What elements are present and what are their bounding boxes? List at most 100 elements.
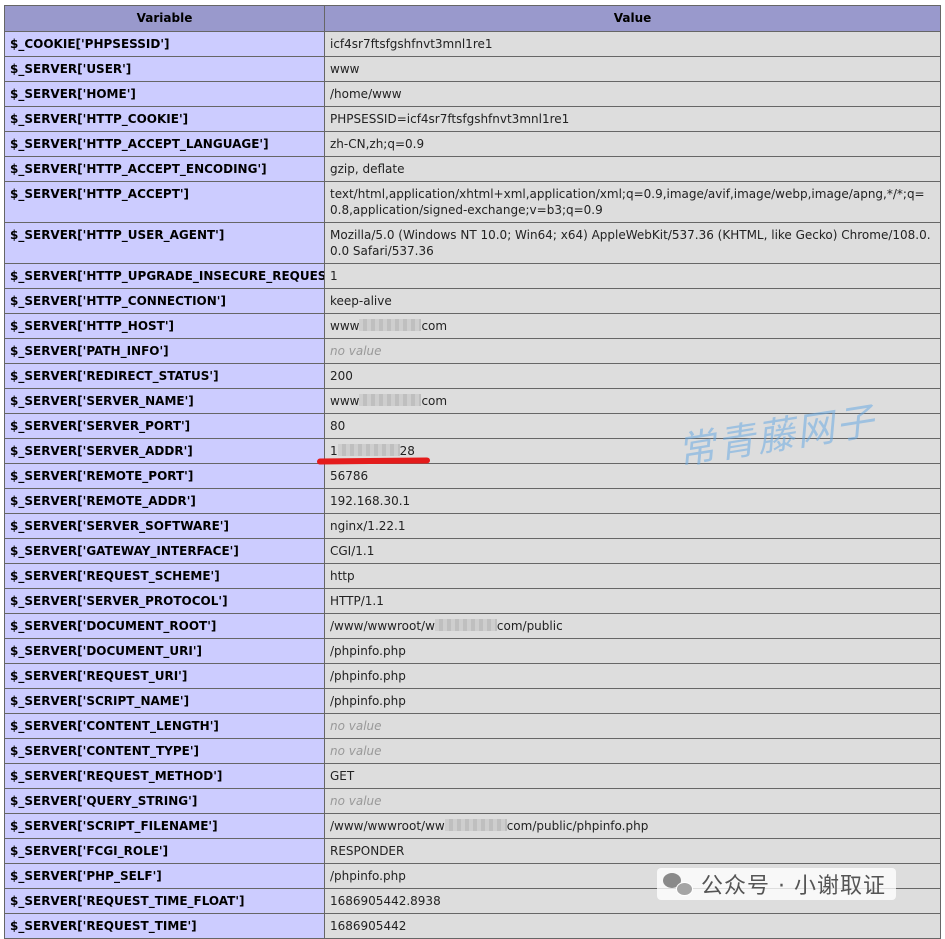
table-row: $_SERVER['REQUEST_TIME_FLOAT'] 1686905442… bbox=[4, 888, 941, 914]
value-cell: /phpinfo.php bbox=[324, 863, 941, 889]
table-row: $_SERVER['PATH_INFO'] no value bbox=[4, 338, 941, 364]
value-cell: 1686905442.8938 bbox=[324, 888, 941, 914]
value-cell: /phpinfo.php bbox=[324, 688, 941, 714]
table-row: $_SERVER['REQUEST_URI']/phpinfo.php bbox=[4, 663, 941, 689]
value-cell: /phpinfo.php bbox=[324, 638, 941, 664]
variable-cell: $_SERVER['REMOTE_PORT'] bbox=[4, 463, 325, 489]
value-cell: 56786 bbox=[324, 463, 941, 489]
table-row: $_SERVER['HTTP_ACCEPT'] text/html,applica… bbox=[4, 181, 941, 223]
variable-cell: $_SERVER['HTTP_CONNECTION'] bbox=[4, 288, 325, 314]
value-text-prefix: /www/wwwroot/w bbox=[330, 619, 435, 633]
value-cell: 80 bbox=[324, 413, 941, 439]
value-cell: Mozilla/5.0 (Windows NT 10.0; Win64; x64… bbox=[324, 222, 941, 264]
value-cell: gzip, deflate bbox=[324, 156, 941, 182]
variable-cell: $_SERVER['SERVER_PROTOCOL'] bbox=[4, 588, 325, 614]
value-cell: http bbox=[324, 563, 941, 589]
table-row: $_SERVER['PHP_SELF']/phpinfo.php bbox=[4, 863, 941, 889]
table-row: $_SERVER['SERVER_PORT'] 80 bbox=[4, 413, 941, 439]
variable-cell: $_SERVER['CONTENT_LENGTH'] bbox=[4, 713, 325, 739]
table-row: $_SERVER['REQUEST_SCHEME'] http bbox=[4, 563, 941, 589]
table-body: $_COOKIE['PHPSESSID'] icf4sr7ftsfgshfnvt3… bbox=[4, 31, 941, 939]
table-row: $_SERVER['GATEWAY_INTERFACE'] CGI/1.1 bbox=[4, 538, 941, 564]
variable-cell: $_SERVER['REQUEST_METHOD'] bbox=[4, 763, 325, 789]
table-row: $_SERVER['REMOTE_ADDR'] 192.168.30.1 bbox=[4, 488, 941, 514]
value-cell: nginx/1.22.1 bbox=[324, 513, 941, 539]
variable-cell: $_SERVER['SCRIPT_FILENAME'] bbox=[4, 813, 325, 839]
variable-cell: $_SERVER['HTTP_UPGRADE_INSECURE_REQUESTS… bbox=[4, 263, 325, 289]
table-row: $_SERVER['HTTP_ACCEPT_LANGUAGE'] zh-CN,zh… bbox=[4, 131, 941, 157]
value-cell: www com bbox=[324, 313, 941, 339]
variable-cell: $_SERVER['CONTENT_TYPE'] bbox=[4, 738, 325, 764]
table-row: $_SERVER['REQUEST_METHOD'] GET bbox=[4, 763, 941, 789]
value-text-suffix: com bbox=[421, 319, 448, 333]
value-cell: /www/wwwroot/ww com/public/phpinfo.php bbox=[324, 813, 941, 839]
variable-cell: $_SERVER['QUERY_STRING'] bbox=[4, 788, 325, 814]
variable-cell: $_SERVER['SERVER_NAME'] bbox=[4, 388, 325, 414]
table-row: $_SERVER['SERVER_ADDR'] 1 28 bbox=[4, 438, 941, 464]
variable-cell: $_SERVER['HOME'] bbox=[4, 81, 325, 107]
table-row: $_SERVER['SCRIPT_FILENAME']/www/wwwroot/… bbox=[4, 813, 941, 839]
table-header-row: Variable Value bbox=[4, 5, 941, 32]
table-row: $_SERVER['HTTP_ACCEPT_ENCODING'] gzip, de… bbox=[4, 156, 941, 182]
value-cell: www com bbox=[324, 388, 941, 414]
value-cell: 192.168.30.1 bbox=[324, 488, 941, 514]
value-text-suffix: 28 bbox=[399, 444, 415, 458]
table-row: $_SERVER['HTTP_USER_AGENT'] Mozilla/5.0 (… bbox=[4, 222, 941, 264]
variable-cell: $_SERVER['SCRIPT_NAME'] bbox=[4, 688, 325, 714]
value-text-suffix: com/public/phpinfo.php bbox=[506, 819, 649, 833]
variable-cell: $_SERVER['DOCUMENT_ROOT'] bbox=[4, 613, 325, 639]
phpinfo-table-container: Variable Value $_COOKIE['PHPSESSID'] icf4… bbox=[4, 5, 941, 939]
redacted-blur bbox=[359, 319, 422, 331]
value-text-prefix: www bbox=[330, 394, 360, 408]
variable-cell: $_SERVER['PHP_SELF'] bbox=[4, 863, 325, 889]
value-cell: RESPONDER bbox=[324, 838, 941, 864]
value-cell: GET bbox=[324, 763, 941, 789]
value-cell: keep-alive bbox=[324, 288, 941, 314]
variable-cell: $_SERVER['REQUEST_URI'] bbox=[4, 663, 325, 689]
table-row: $_SERVER['DOCUMENT_URI']/phpinfo.php bbox=[4, 638, 941, 664]
value-text-suffix: com bbox=[421, 394, 448, 408]
value-cell: 200 bbox=[324, 363, 941, 389]
value-cell: 1 bbox=[324, 263, 941, 289]
column-header-variable: Variable bbox=[4, 5, 325, 32]
value-cell: 1686905442 bbox=[324, 913, 941, 939]
value-cell: icf4sr7ftsfgshfnvt3mnl1re1 bbox=[324, 31, 941, 57]
table-row: $_SERVER['DOCUMENT_ROOT'] /www/wwwroot/w c… bbox=[4, 613, 941, 639]
table-row: $_SERVER['REMOTE_PORT'] 56786 bbox=[4, 463, 941, 489]
value-cell: www bbox=[324, 56, 941, 82]
table-row: $_SERVER['CONTENT_TYPE'] no value bbox=[4, 738, 941, 764]
variable-cell: $_SERVER['HTTP_ACCEPT_ENCODING'] bbox=[4, 156, 325, 182]
redacted-blur bbox=[359, 394, 422, 406]
table-row: $_SERVER['HTTP_UPGRADE_INSECURE_REQUESTS… bbox=[4, 263, 941, 289]
value-cell: 1 28 bbox=[324, 438, 941, 464]
variable-cell: $_SERVER['HTTP_ACCEPT'] bbox=[4, 181, 325, 223]
table-row: $_SERVER['REQUEST_TIME'] 1686905442 bbox=[4, 913, 941, 939]
table-row: $_COOKIE['PHPSESSID'] icf4sr7ftsfgshfnvt3… bbox=[4, 31, 941, 57]
table-row: $_SERVER['FCGI_ROLE'] RESPONDER bbox=[4, 838, 941, 864]
no-value-cell: no value bbox=[324, 738, 941, 764]
table-row: $_SERVER['SERVER_PROTOCOL'] HTTP/1.1 bbox=[4, 588, 941, 614]
value-cell: CGI/1.1 bbox=[324, 538, 941, 564]
value-text-suffix: com/public bbox=[496, 619, 563, 633]
variable-cell: $_SERVER['REQUEST_TIME'] bbox=[4, 913, 325, 939]
no-value-cell: no value bbox=[324, 788, 941, 814]
table-row: $_SERVER['HOME']/home/www bbox=[4, 81, 941, 107]
variable-cell: $_SERVER['HTTP_ACCEPT_LANGUAGE'] bbox=[4, 131, 325, 157]
variable-cell: $_SERVER['REDIRECT_STATUS'] bbox=[4, 363, 325, 389]
variable-cell: $_SERVER['FCGI_ROLE'] bbox=[4, 838, 325, 864]
value-text-prefix: 1 bbox=[330, 444, 338, 458]
variable-cell: $_SERVER['REQUEST_TIME_FLOAT'] bbox=[4, 888, 325, 914]
variable-cell: $_SERVER['USER'] bbox=[4, 56, 325, 82]
variable-cell: $_SERVER['REMOTE_ADDR'] bbox=[4, 488, 325, 514]
variable-cell: $_SERVER['HTTP_USER_AGENT'] bbox=[4, 222, 325, 264]
table-row: $_SERVER['CONTENT_LENGTH'] no value bbox=[4, 713, 941, 739]
value-cell: HTTP/1.1 bbox=[324, 588, 941, 614]
no-value-cell: no value bbox=[324, 338, 941, 364]
variable-cell: $_SERVER['DOCUMENT_URI'] bbox=[4, 638, 325, 664]
value-cell: /home/www bbox=[324, 81, 941, 107]
table-row: $_SERVER['USER'] www bbox=[4, 56, 941, 82]
no-value-cell: no value bbox=[324, 713, 941, 739]
table-row: $_SERVER['REDIRECT_STATUS'] 200 bbox=[4, 363, 941, 389]
value-cell: /www/wwwroot/w com/public bbox=[324, 613, 941, 639]
value-text-prefix: www bbox=[330, 319, 360, 333]
